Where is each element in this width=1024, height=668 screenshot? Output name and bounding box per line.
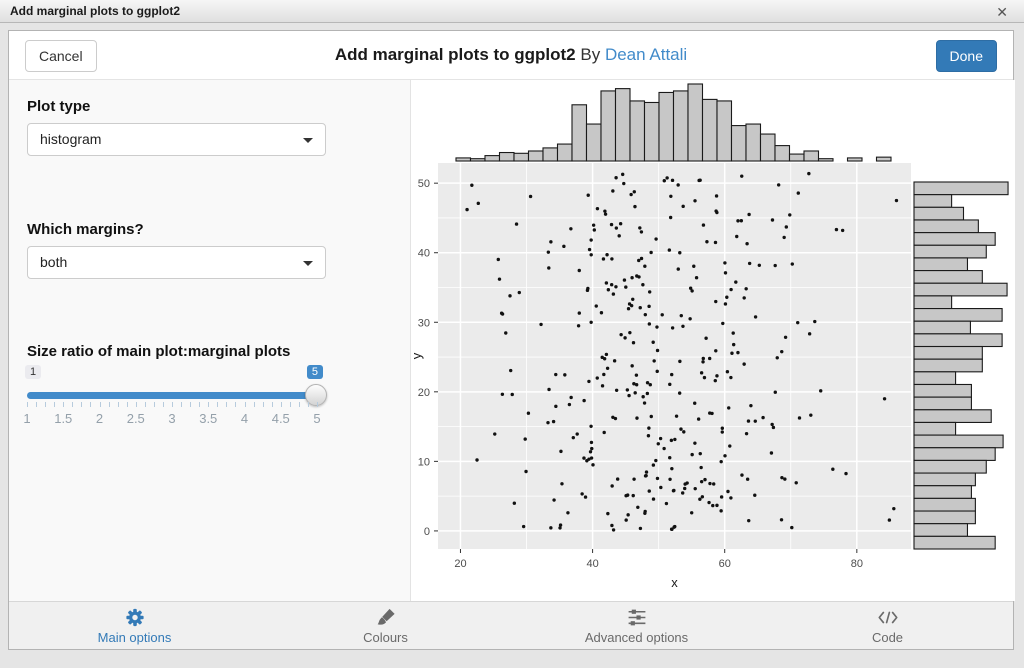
chevron-down-icon <box>303 261 313 266</box>
tab-label: Code <box>872 630 903 645</box>
plot-type-value: histogram <box>40 131 101 147</box>
slider-tick-label: 4 <box>241 411 248 426</box>
svg-text:0: 0 <box>424 526 430 538</box>
margins-select[interactable]: both <box>27 246 326 279</box>
code-icon <box>877 607 899 628</box>
author-link[interactable]: Dean Attali <box>605 45 687 64</box>
marginal-plot-figure: 20 40 60 80 0 10 20 30 40 50 x y <box>411 80 1015 601</box>
window-title: Add marginal plots to ggplot2 <box>0 4 180 18</box>
svg-text:50: 50 <box>418 178 430 190</box>
slider-min-badge: 1 <box>25 365 41 379</box>
slider-tick-label: 3.5 <box>199 411 217 426</box>
svg-text:40: 40 <box>586 558 598 570</box>
plot-type-label: Plot type <box>27 98 90 115</box>
slider-tick-label: 1 <box>23 411 30 426</box>
dialog-title-by: By <box>580 45 600 64</box>
gear-icon <box>124 607 146 628</box>
tab-label: Main options <box>98 630 172 645</box>
close-icon[interactable]: ✕ <box>992 2 1012 23</box>
dialog-title: Add marginal plots to ggplot2 By Dean At… <box>9 45 1013 65</box>
options-panel: Plot type histogram Which margins? both … <box>9 80 411 601</box>
slider-track[interactable] <box>27 392 317 399</box>
svg-text:60: 60 <box>719 558 731 570</box>
slider-tick-label: 3 <box>168 411 175 426</box>
tab-main-options[interactable]: Main options <box>9 602 260 649</box>
size-ratio-label: Size ratio of main plot:marginal plots <box>27 343 290 360</box>
tab-code[interactable]: Code <box>762 602 1013 649</box>
window-titlebar: Add marginal plots to ggplot2 ✕ <box>0 0 1024 23</box>
svg-text:40: 40 <box>418 248 430 260</box>
bottom-tabbar: Main options Colours Advanced options Co… <box>9 601 1013 649</box>
dialog-title-text: Add marginal plots to ggplot2 <box>335 45 576 64</box>
slider-tick-label: 5 <box>313 411 320 426</box>
margins-value: both <box>40 254 67 270</box>
svg-text:y: y <box>411 352 424 359</box>
sliders-icon <box>626 607 648 628</box>
svg-text:x: x <box>671 575 678 590</box>
chevron-down-icon <box>303 138 313 143</box>
slider-tick-label: 4.5 <box>272 411 290 426</box>
brush-icon <box>375 607 397 628</box>
slider-tick-label: 2.5 <box>127 411 145 426</box>
slider-tick-label: 2 <box>96 411 103 426</box>
size-ratio-slider[interactable]: 1 5 1 1.5 2 2.5 3 3.5 4 4.5 5 <box>27 363 317 435</box>
slider-ticks <box>27 402 317 408</box>
tab-advanced-options[interactable]: Advanced options <box>511 602 762 649</box>
plot-type-select[interactable]: histogram <box>27 123 326 156</box>
plot-preview: 20 40 60 80 0 10 20 30 40 50 x y <box>411 80 1015 601</box>
svg-text:30: 30 <box>418 317 430 329</box>
svg-text:20: 20 <box>418 387 430 399</box>
svg-text:80: 80 <box>851 558 863 570</box>
done-button[interactable]: Done <box>936 40 997 72</box>
tab-label: Colours <box>363 630 408 645</box>
tab-label: Advanced options <box>585 630 688 645</box>
slider-value-badge: 5 <box>307 365 323 379</box>
gadget-dialog: Cancel Add marginal plots to ggplot2 By … <box>8 30 1014 650</box>
svg-text:20: 20 <box>454 558 466 570</box>
margins-label: Which margins? <box>27 221 144 238</box>
dialog-header: Cancel Add marginal plots to ggplot2 By … <box>9 31 1013 80</box>
slider-tick-labels: 1 1.5 2 2.5 3 3.5 4 4.5 5 <box>27 411 317 427</box>
tab-colours[interactable]: Colours <box>260 602 511 649</box>
svg-text:10: 10 <box>418 456 430 468</box>
slider-tick-label: 1.5 <box>54 411 72 426</box>
